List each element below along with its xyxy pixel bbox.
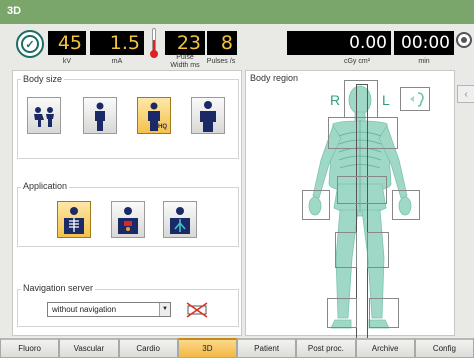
ma-readout: 1.5 (90, 31, 144, 55)
tab-post-proc[interactable]: Post proc. (296, 338, 356, 358)
region-left-hand-button[interactable] (392, 190, 420, 220)
skeleton-icon (64, 206, 84, 234)
pulses-readout: 8 (207, 31, 237, 55)
pulses-unit: Pulses /s (206, 58, 236, 65)
region-right-hand-button[interactable] (302, 190, 330, 220)
kv-readout: 45 (48, 31, 86, 55)
application-skeleton-button[interactable] (57, 201, 91, 238)
time-readout: 00:00 (394, 31, 454, 55)
left-panel: Body size HQ Application Navigation serv… (12, 70, 242, 336)
hq-badge: HQ (158, 124, 167, 130)
pulse-width-readout: 23 (165, 31, 205, 55)
tab-patient[interactable]: Patient (237, 338, 297, 358)
tab-3d[interactable]: 3D (177, 338, 237, 358)
region-right-knee-button[interactable] (335, 232, 357, 268)
body-size-small-button[interactable] (83, 97, 117, 134)
navigation-title: Navigation server (21, 283, 96, 293)
region-spine-button[interactable] (356, 84, 368, 344)
time-unit: min (418, 58, 430, 65)
window-title: 3D (0, 0, 474, 24)
pulse-width-unit: Pulse Width ms (170, 54, 200, 69)
region-right-foot-button[interactable] (327, 298, 357, 328)
dose-readout: 0.00 (287, 31, 391, 55)
tab-fluoro[interactable]: Fluoro (0, 338, 60, 358)
body-region-title: Body region (250, 73, 299, 83)
region-pelvis-button[interactable] (337, 176, 387, 204)
organs-icon (118, 206, 138, 234)
region-left-knee-button[interactable] (367, 232, 389, 268)
tube-temperature-icon (149, 26, 159, 60)
navigation-select-value: without navigation (52, 305, 117, 314)
region-left-foot-button[interactable] (369, 298, 399, 328)
status-bar: ✓ 45 kV 1.5 mA 23 Pulse Width ms 8 Pulse… (0, 24, 474, 70)
tab-bar: Fluoro Vascular Cardio 3D Patient Post p… (0, 338, 474, 358)
navigation-select[interactable]: without navigation ▼ (47, 302, 171, 317)
application-vessels-button[interactable] (163, 201, 197, 238)
tab-archive[interactable]: Archive (355, 338, 415, 358)
ma-unit: mA (111, 58, 123, 65)
body-size-children-button[interactable] (27, 97, 61, 134)
no-navigation-icon (186, 302, 208, 318)
body-size-large-button[interactable] (191, 97, 225, 134)
vessels-icon (170, 206, 190, 234)
tab-config[interactable]: Config (414, 338, 474, 358)
kv-unit: kV (62, 58, 72, 65)
body-size-title: Body size (21, 74, 65, 84)
side-expand-button[interactable]: ‹ (457, 85, 474, 103)
chevron-down-icon[interactable]: ▼ (159, 303, 170, 316)
tab-vascular[interactable]: Vascular (59, 338, 119, 358)
dose-unit: cGy cm² (343, 58, 371, 65)
body-size-hq-button[interactable]: HQ (137, 97, 171, 134)
application-title: Application (21, 181, 70, 191)
two-children-icon (34, 106, 54, 127)
large-person-icon (200, 100, 216, 132)
logo-icon: ✓ (16, 30, 44, 58)
tab-cardio[interactable]: Cardio (118, 338, 178, 358)
small-person-icon (95, 102, 105, 131)
radiation-icon (456, 30, 474, 64)
application-organs-button[interactable] (111, 201, 145, 238)
